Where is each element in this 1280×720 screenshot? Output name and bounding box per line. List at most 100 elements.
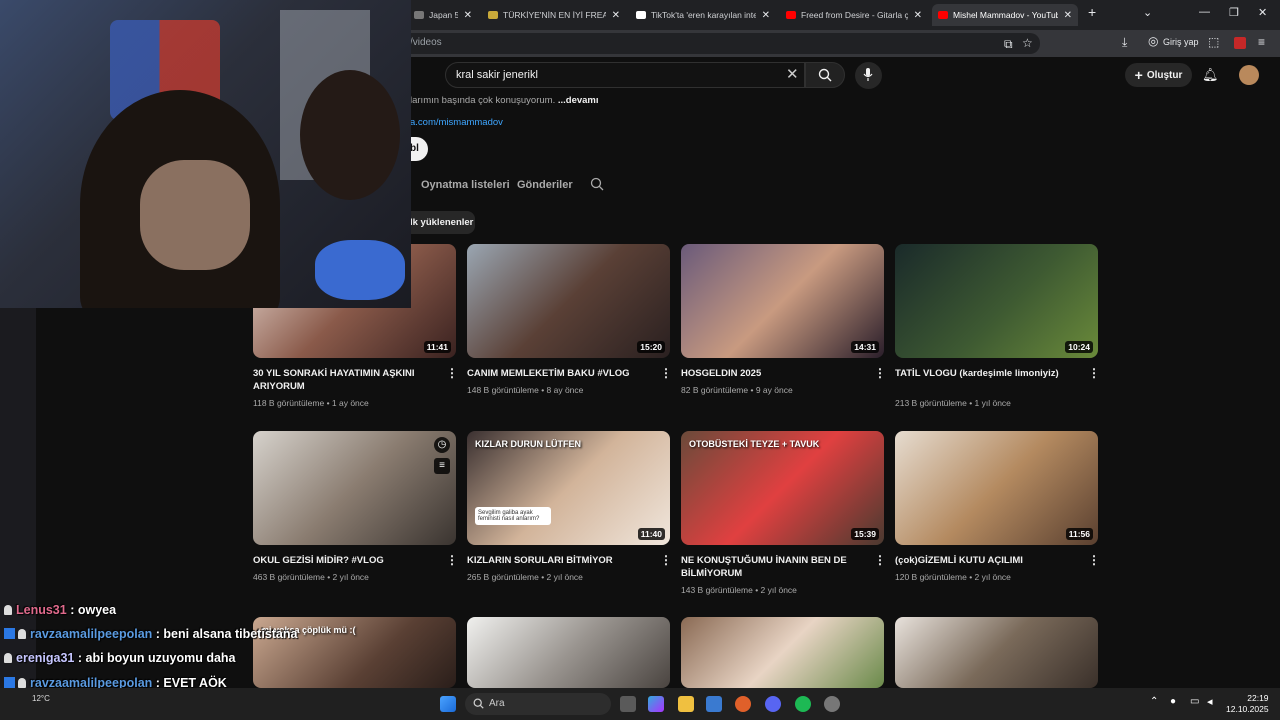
url-field[interactable]: /videos ⧉ ☆ xyxy=(400,33,1040,54)
video-thumbnail[interactable]: 11:56 xyxy=(895,431,1098,545)
tab-1[interactable]: TÜRKİYE'NİN EN İYİ FREAK'İ Kİ ✕ xyxy=(482,4,626,26)
profile-icon[interactable]: ◎ xyxy=(1148,34,1158,48)
chat-message: ravzaamalilpeepolan : beni alsana tibeti… xyxy=(4,627,297,641)
video-thumbnail[interactable]: 15:20 xyxy=(467,244,670,358)
task-view-icon[interactable] xyxy=(620,696,636,712)
clock-time: 22:19 xyxy=(1247,693,1269,703)
watch-later-icon[interactable]: ◷ xyxy=(434,437,450,453)
volume-icon[interactable]: ◂ xyxy=(1207,695,1213,708)
discord-icon[interactable] xyxy=(765,696,781,712)
video-duration: 14:31 xyxy=(851,341,879,353)
video-menu-icon[interactable]: ⋮ xyxy=(1088,553,1100,567)
create-button[interactable]: + Oluştur xyxy=(1125,63,1192,87)
start-icon[interactable] xyxy=(440,696,456,712)
tab-label: Freed from Desire - Gitarla çalın xyxy=(801,10,908,20)
video-title[interactable]: NE KONUŞTUĞUMU İNANIN BEN DE BİLMİYORUM xyxy=(681,554,861,580)
video-title[interactable]: 30 YIL SONRAKİ HAYATIMIN AŞKINI ARIYORUM xyxy=(253,367,433,393)
chat-message: Lenus31 : owyea xyxy=(4,603,116,617)
network-icon[interactable]: ▭ xyxy=(1190,696,1199,707)
video-thumbnail[interactable]: 10:24 xyxy=(895,244,1098,358)
video-title[interactable]: OKUL GEZİSİ MİDİR? #VLOG xyxy=(253,554,433,567)
video-menu-icon[interactable]: ⋮ xyxy=(446,366,458,380)
new-tab-button[interactable]: + xyxy=(1088,4,1096,20)
tab-2[interactable]: TikTok'ta 'eren karayılan interne ✕ xyxy=(630,4,776,26)
clear-search-icon[interactable]: ✕ xyxy=(786,65,799,83)
video-menu-icon[interactable]: ⋮ xyxy=(1088,366,1100,380)
url-text[interactable]: /videos xyxy=(410,37,442,48)
add-to-queue-icon[interactable]: ≡ xyxy=(434,458,450,474)
app-icon[interactable] xyxy=(824,696,840,712)
tab-0[interactable]: Japan 5 Dollar ✕ xyxy=(408,4,478,26)
video-duration: 15:39 xyxy=(851,528,879,540)
channel-link[interactable]: a.com/mismammadov xyxy=(410,117,503,128)
video-title[interactable]: (çok)GİZEMLİ KUTU AÇILIMI xyxy=(895,554,1075,567)
video-thumbnail[interactable]: OTOBÜSTEKİ TEYZE + TAVUK 15:39 xyxy=(681,431,884,545)
store-icon[interactable] xyxy=(706,696,722,712)
maximize-icon[interactable]: ❐ xyxy=(1229,6,1239,19)
tab-playlists[interactable]: Oynatma listeleri xyxy=(421,179,510,191)
video-thumbnail[interactable]: ◷ ≡ xyxy=(253,431,456,545)
video-age: 1 ay önce xyxy=(331,398,369,408)
video-menu-icon[interactable]: ⋮ xyxy=(446,553,458,567)
extension-badge-icon[interactable] xyxy=(1234,37,1246,49)
tab-list-chevron-icon[interactable]: ⌄ xyxy=(1143,6,1152,19)
video-age: 2 yıl önce xyxy=(974,572,1011,582)
tab-label: TÜRKİYE'NİN EN İYİ FREAK'İ Kİ xyxy=(503,10,606,20)
firefox-icon[interactable] xyxy=(735,696,751,712)
search-input[interactable]: kral sakir jenerikl ✕ xyxy=(445,62,805,88)
video-title[interactable]: HOSGELDIN 2025 xyxy=(681,367,861,380)
tray-chevron-icon[interactable]: ⌃ xyxy=(1150,696,1158,707)
search-button[interactable] xyxy=(805,62,845,88)
bookmark-star-icon[interactable]: ☆ xyxy=(1022,36,1033,50)
browser-menu-icon[interactable]: ≡ xyxy=(1258,35,1265,49)
signin-label[interactable]: Giriş yap xyxy=(1163,37,1199,47)
video-thumbnail[interactable]: KIZLAR DURUN LÜTFEN Sevgilim galiba ayak … xyxy=(467,431,670,545)
tab-4[interactable]: Mishel Mammadov - YouTube ✕ xyxy=(932,4,1078,26)
window-close-icon[interactable]: ✕ xyxy=(1258,6,1267,19)
tab-close-icon[interactable]: ✕ xyxy=(762,10,770,21)
spotify-icon[interactable] xyxy=(795,696,811,712)
weather-widget[interactable]: 12°C xyxy=(32,694,50,703)
description-more-link[interactable]: ...devamı xyxy=(558,95,599,106)
video-title[interactable]: KIZLARIN SORULARI BİTMİYOR xyxy=(467,554,647,567)
channel-description[interactable]: larımın başında çok konuşuyorum. ...deva… xyxy=(410,95,599,106)
video-menu-icon[interactable]: ⋮ xyxy=(874,553,886,567)
minimize-icon[interactable]: — xyxy=(1199,6,1210,18)
video-thumbnail[interactable] xyxy=(467,617,670,688)
video-thumbnail[interactable] xyxy=(895,617,1098,688)
tab-favicon-icon xyxy=(488,11,498,19)
video-title[interactable]: CANIM MEMLEKETİM BAKU #VLOG xyxy=(467,367,647,380)
download-icon[interactable]: ⤓ xyxy=(1122,35,1127,50)
screenshot-icon[interactable]: ⧉ xyxy=(1004,37,1013,52)
tab-close-icon[interactable]: ✕ xyxy=(914,10,922,21)
video-title[interactable]: TATİL VLOGU (kardeşimle limoniyiz) xyxy=(895,367,1075,380)
video-thumbnail[interactable]: 14:31 xyxy=(681,244,884,358)
voice-search-button[interactable] xyxy=(855,62,882,89)
video-duration: 11:41 xyxy=(423,341,451,353)
video-menu-icon[interactable]: ⋮ xyxy=(660,553,672,567)
channel-search-icon[interactable] xyxy=(590,177,604,191)
search-value[interactable]: kral sakir jenerikl xyxy=(456,69,538,81)
tab-close-icon[interactable]: ✕ xyxy=(464,10,472,21)
video-duration: 11:40 xyxy=(637,528,665,540)
mic-tray-icon[interactable]: ● xyxy=(1170,696,1176,707)
file-explorer-icon[interactable] xyxy=(678,696,694,712)
avatar[interactable] xyxy=(1239,65,1259,85)
tab-3[interactable]: Freed from Desire - Gitarla çalın ✕ xyxy=(780,4,928,26)
notifications-bell-icon[interactable]: 🔔︎ xyxy=(1202,67,1219,83)
video-meta: 118 B görüntüleme • 1 ay önce xyxy=(253,398,369,408)
taskbar-search[interactable]: Ara xyxy=(465,693,611,715)
video-menu-icon[interactable]: ⋮ xyxy=(660,366,672,380)
clock[interactable]: 22:19 12.10.2025 xyxy=(1226,693,1269,715)
tab-close-icon[interactable]: ✕ xyxy=(612,10,620,21)
clock-date: 12.10.2025 xyxy=(1226,704,1269,714)
tab-favicon-icon xyxy=(414,11,424,19)
video-menu-icon[interactable]: ⋮ xyxy=(874,366,886,380)
extensions-icon[interactable]: ⬚ xyxy=(1208,35,1219,49)
taskbar-search-label: Ara xyxy=(489,698,505,709)
copilot-icon[interactable] xyxy=(648,696,664,712)
meta-separator: • xyxy=(324,572,333,582)
tab-close-icon[interactable]: ✕ xyxy=(1064,10,1072,21)
tab-posts[interactable]: Gönderiler xyxy=(517,179,573,191)
video-thumbnail[interactable] xyxy=(681,617,884,688)
